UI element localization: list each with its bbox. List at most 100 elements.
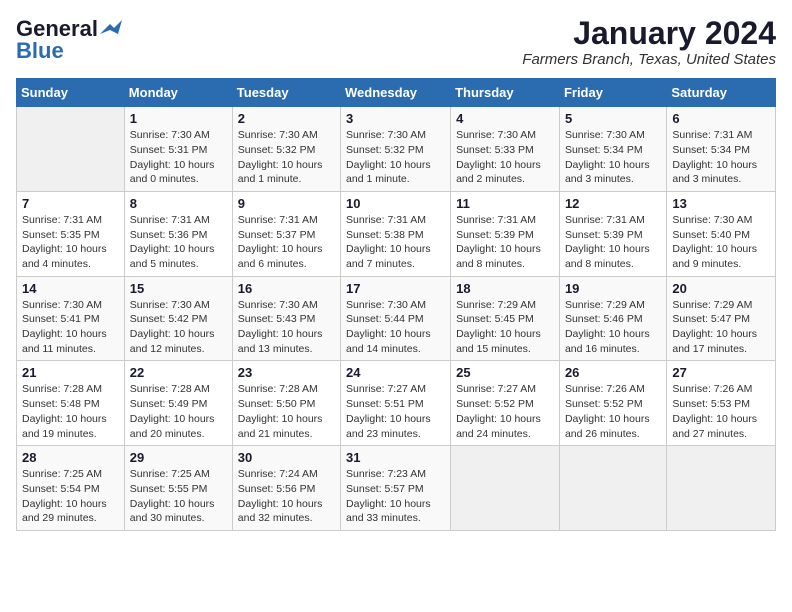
week-row-3: 14 Sunrise: 7:30 AMSunset: 5:41 PMDayligh… (17, 276, 776, 361)
calendar-cell: 1Sunrise: 7:30 AMSunset: 5:31 PMDaylight… (124, 107, 232, 192)
day-number: 23 (238, 365, 335, 380)
day-number: 9 (238, 196, 335, 211)
day-info: Sunrise: 7:31 AMSunset: 5:37 PMDaylight:… (238, 213, 335, 272)
day-info: Sunrise: 7:30 AMSunset: 5:32 PMDaylight:… (238, 128, 335, 187)
day-info: Sunrise: 7:28 AMSunset: 5:49 PMDaylight:… (130, 382, 227, 441)
calendar-cell: 19 Sunrise: 7:29 AMSunset: 5:46 PMDayligh… (559, 276, 666, 361)
calendar-cell: 30 Sunrise: 7:24 AMSunset: 5:56 PMDayligh… (232, 446, 340, 531)
day-number: 22 (130, 365, 227, 380)
day-number: 12 (565, 196, 661, 211)
day-number: 15 (130, 281, 227, 296)
logo: General Blue (16, 16, 122, 64)
logo-blue: Blue (16, 38, 64, 64)
day-info: Sunrise: 7:30 AMSunset: 5:32 PMDaylight:… (346, 128, 445, 187)
day-number: 8 (130, 196, 227, 211)
day-number: 25 (456, 365, 554, 380)
day-info: Sunrise: 7:28 AMSunset: 5:48 PMDaylight:… (22, 382, 119, 441)
day-number: 6 (672, 111, 770, 126)
calendar-cell (451, 446, 560, 531)
day-number: 5 (565, 111, 661, 126)
day-number: 1 (130, 111, 227, 126)
calendar-cell: 17 Sunrise: 7:30 AMSunset: 5:44 PMDayligh… (341, 276, 451, 361)
day-info: Sunrise: 7:30 AMSunset: 5:41 PMDaylight:… (22, 298, 119, 357)
calendar-cell (667, 446, 776, 531)
day-info: Sunrise: 7:24 AMSunset: 5:56 PMDaylight:… (238, 467, 335, 526)
calendar-cell: 20Sunrise: 7:29 AMSunset: 5:47 PMDayligh… (667, 276, 776, 361)
day-number: 21 (22, 365, 119, 380)
day-info: Sunrise: 7:31 AMSunset: 5:39 PMDaylight:… (456, 213, 554, 272)
header-tuesday: Tuesday (232, 79, 340, 107)
calendar-cell: 26Sunrise: 7:26 AMSunset: 5:52 PMDayligh… (559, 361, 666, 446)
day-number: 18 (456, 281, 554, 296)
day-number: 10 (346, 196, 445, 211)
day-number: 31 (346, 450, 445, 465)
day-info: Sunrise: 7:25 AMSunset: 5:55 PMDaylight:… (130, 467, 227, 526)
calendar-cell: 15 Sunrise: 7:30 AMSunset: 5:42 PMDayligh… (124, 276, 232, 361)
calendar-cell: 24Sunrise: 7:27 AMSunset: 5:51 PMDayligh… (341, 361, 451, 446)
day-info: Sunrise: 7:25 AMSunset: 5:54 PMDaylight:… (22, 467, 119, 526)
calendar-cell: 10 Sunrise: 7:31 AMSunset: 5:38 PMDayligh… (341, 191, 451, 276)
calendar-cell: 5Sunrise: 7:30 AMSunset: 5:34 PMDaylight… (559, 107, 666, 192)
week-row-2: 7Sunrise: 7:31 AMSunset: 5:35 PMDaylight… (17, 191, 776, 276)
day-info: Sunrise: 7:29 AMSunset: 5:47 PMDaylight:… (672, 298, 770, 357)
title-block: January 2024 Farmers Branch, Texas, Unit… (522, 16, 776, 68)
day-info: Sunrise: 7:27 AMSunset: 5:52 PMDaylight:… (456, 382, 554, 441)
calendar-cell: 13 Sunrise: 7:30 AMSunset: 5:40 PMDayligh… (667, 191, 776, 276)
day-number: 11 (456, 196, 554, 211)
calendar-cell: 31 Sunrise: 7:23 AMSunset: 5:57 PMDayligh… (341, 446, 451, 531)
day-number: 19 (565, 281, 661, 296)
header-monday: Monday (124, 79, 232, 107)
day-number: 2 (238, 111, 335, 126)
calendar-cell: 2 Sunrise: 7:30 AMSunset: 5:32 PMDaylight… (232, 107, 340, 192)
day-info: Sunrise: 7:30 AMSunset: 5:40 PMDaylight:… (672, 213, 770, 272)
calendar-table: SundayMondayTuesdayWednesdayThursdayFrid… (16, 78, 776, 531)
day-info: Sunrise: 7:26 AMSunset: 5:52 PMDaylight:… (565, 382, 661, 441)
calendar-cell (559, 446, 666, 531)
day-info: Sunrise: 7:29 AMSunset: 5:45 PMDaylight:… (456, 298, 554, 357)
calendar-cell: 14 Sunrise: 7:30 AMSunset: 5:41 PMDayligh… (17, 276, 125, 361)
calendar-cell (17, 107, 125, 192)
calendar-cell: 25 Sunrise: 7:27 AMSunset: 5:52 PMDayligh… (451, 361, 560, 446)
calendar-cell: 3 Sunrise: 7:30 AMSunset: 5:32 PMDaylight… (341, 107, 451, 192)
calendar-cell: 16Sunrise: 7:30 AMSunset: 5:43 PMDayligh… (232, 276, 340, 361)
location: Farmers Branch, Texas, United States (522, 51, 776, 68)
header-saturday: Saturday (667, 79, 776, 107)
day-info: Sunrise: 7:30 AMSunset: 5:44 PMDaylight:… (346, 298, 445, 357)
calendar-cell: 29Sunrise: 7:25 AMSunset: 5:55 PMDayligh… (124, 446, 232, 531)
day-number: 14 (22, 281, 119, 296)
day-info: Sunrise: 7:28 AMSunset: 5:50 PMDaylight:… (238, 382, 335, 441)
calendar-cell: 6 Sunrise: 7:31 AMSunset: 5:34 PMDaylight… (667, 107, 776, 192)
header-wednesday: Wednesday (341, 79, 451, 107)
calendar-cell: 12Sunrise: 7:31 AMSunset: 5:39 PMDayligh… (559, 191, 666, 276)
day-info: Sunrise: 7:30 AMSunset: 5:42 PMDaylight:… (130, 298, 227, 357)
month-title: January 2024 (522, 16, 776, 51)
calendar-cell: 9 Sunrise: 7:31 AMSunset: 5:37 PMDaylight… (232, 191, 340, 276)
calendar-cell: 22 Sunrise: 7:28 AMSunset: 5:49 PMDayligh… (124, 361, 232, 446)
day-info: Sunrise: 7:23 AMSunset: 5:57 PMDaylight:… (346, 467, 445, 526)
day-number: 13 (672, 196, 770, 211)
day-info: Sunrise: 7:29 AMSunset: 5:46 PMDaylight:… (565, 298, 661, 357)
page-header: General Blue January 2024 Farmers Branch… (16, 16, 776, 68)
day-info: Sunrise: 7:30 AMSunset: 5:33 PMDaylight:… (456, 128, 554, 187)
day-info: Sunrise: 7:31 AMSunset: 5:38 PMDaylight:… (346, 213, 445, 272)
calendar-cell: 7Sunrise: 7:31 AMSunset: 5:35 PMDaylight… (17, 191, 125, 276)
calendar-cell: 18 Sunrise: 7:29 AMSunset: 5:45 PMDayligh… (451, 276, 560, 361)
day-number: 17 (346, 281, 445, 296)
header-sunday: Sunday (17, 79, 125, 107)
week-row-5: 28Sunrise: 7:25 AMSunset: 5:54 PMDayligh… (17, 446, 776, 531)
calendar-cell: 28Sunrise: 7:25 AMSunset: 5:54 PMDayligh… (17, 446, 125, 531)
header-row: SundayMondayTuesdayWednesdayThursdayFrid… (17, 79, 776, 107)
day-info: Sunrise: 7:26 AMSunset: 5:53 PMDaylight:… (672, 382, 770, 441)
day-number: 30 (238, 450, 335, 465)
day-number: 24 (346, 365, 445, 380)
calendar-cell: 4Sunrise: 7:30 AMSunset: 5:33 PMDaylight… (451, 107, 560, 192)
day-info: Sunrise: 7:31 AMSunset: 5:36 PMDaylight:… (130, 213, 227, 272)
header-thursday: Thursday (451, 79, 560, 107)
calendar-cell: 11 Sunrise: 7:31 AMSunset: 5:39 PMDayligh… (451, 191, 560, 276)
calendar-cell: 21 Sunrise: 7:28 AMSunset: 5:48 PMDayligh… (17, 361, 125, 446)
day-info: Sunrise: 7:31 AMSunset: 5:34 PMDaylight:… (672, 128, 770, 187)
day-number: 16 (238, 281, 335, 296)
logo-bird-icon (100, 20, 122, 38)
day-number: 3 (346, 111, 445, 126)
day-info: Sunrise: 7:31 AMSunset: 5:35 PMDaylight:… (22, 213, 119, 272)
